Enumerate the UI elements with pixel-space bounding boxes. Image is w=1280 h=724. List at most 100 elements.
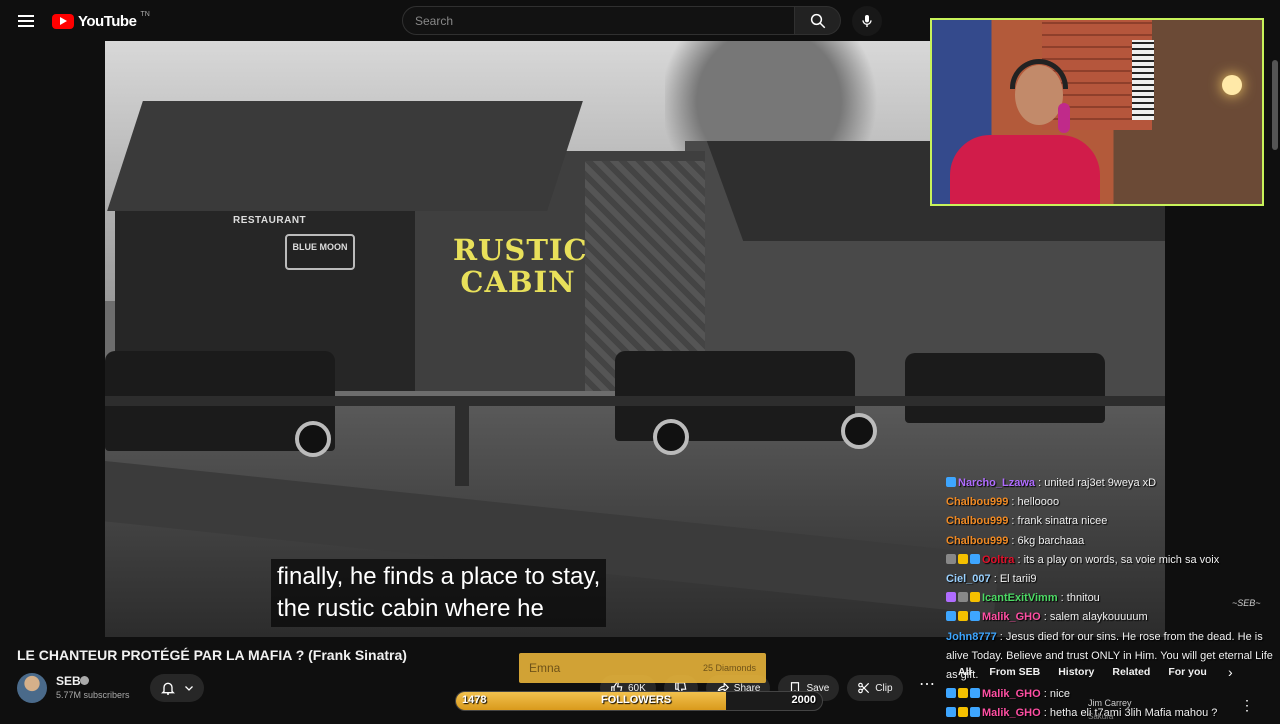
youtube-logo[interactable]: YouTube TN: [52, 11, 150, 31]
car-middle-wheel-2: [841, 413, 877, 449]
chat-username[interactable]: John8777: [946, 631, 997, 643]
related-video-title[interactable]: Jim Carrey: [1088, 698, 1132, 708]
chat-username[interactable]: Malik_GHO: [982, 688, 1041, 700]
chat-message: IcantExitVimm : thnitou: [946, 589, 1280, 608]
search-input[interactable]: [403, 7, 794, 34]
chat-text: : 6kg barchaaa: [1008, 534, 1085, 547]
chat-badge-icon: [946, 688, 956, 699]
chat-username[interactable]: Malik_GHO: [982, 707, 1041, 719]
chat-username[interactable]: IcantExitVimm: [982, 592, 1058, 604]
fence-rail-top: [105, 396, 1165, 406]
restaurant-sign: RESTAURANT: [233, 215, 307, 226]
chat-username[interactable]: Chalbou999: [946, 535, 1008, 547]
logo-text: YouTube: [78, 12, 137, 30]
chat-badge-icon: [970, 688, 980, 699]
search-button[interactable]: [795, 6, 841, 35]
followers-goal-fill: [456, 692, 727, 710]
more-actions-button[interactable]: ⋯: [916, 677, 938, 699]
goal-input-diamonds: 25 Diamonds: [702, 663, 756, 673]
followers-target: 2000: [791, 694, 816, 706]
chat-text: : frank sinatra nicee: [1008, 515, 1108, 528]
sign-line-2: CABIN: [460, 265, 576, 299]
youtube-play-icon: [52, 13, 74, 29]
webcam-keyboard: [1132, 40, 1154, 120]
chat-badge-icon: [958, 553, 968, 564]
channel-name[interactable]: SEB: [56, 674, 81, 688]
microphone-icon: [862, 15, 872, 27]
chat-text: : thnitou: [1057, 592, 1100, 605]
search-icon: [810, 13, 825, 28]
chat-badge-icon: [958, 592, 968, 603]
voice-search-button[interactable]: [852, 6, 882, 36]
related-chips: All From SEB History Related For you: [958, 662, 1207, 682]
chat-username[interactable]: Ciel_007: [946, 573, 991, 585]
menu-icon[interactable]: [14, 9, 38, 33]
video-watermark-signature: ~SEB~: [1232, 598, 1261, 608]
chat-text: : united raj3et 9weya xD: [1035, 477, 1157, 489]
live-chat-overlay: Narcho_Lzawa : united raj3et 9weya xD Cha…: [946, 474, 1280, 724]
chat-message: Chalbou999 : helloooo: [946, 493, 1280, 512]
chat-username[interactable]: Chalbou999: [946, 515, 1008, 527]
followers-current: 1478: [462, 694, 487, 706]
car-right: [905, 353, 1105, 423]
clip-button[interactable]: Clip: [847, 675, 903, 701]
chat-message: Narcho_Lzawa : united raj3et 9weya xD: [946, 474, 1280, 493]
chat-badge-icon: [946, 611, 956, 622]
webcam-overlay: [930, 18, 1264, 206]
search-box: [402, 6, 795, 35]
related-chip[interactable]: Related: [1112, 666, 1150, 678]
chat-username[interactable]: Narcho_Lzawa: [958, 477, 1035, 489]
chat-message: Ciel_007 : El tarii9: [946, 570, 1280, 589]
chat-username[interactable]: Ooltra: [982, 554, 1014, 566]
scissors-icon: [858, 682, 870, 694]
chat-badge-icon: [946, 707, 956, 718]
fence-post: [455, 406, 469, 486]
followers-goal-bar: 1478 FOLLOWERS 2000: [455, 691, 823, 711]
video-subtitle: finally, he finds a place to stay, the r…: [271, 559, 607, 627]
chat-badge-icon: [970, 707, 980, 718]
chat-message: Malik_GHO : salem alaykouuuum: [946, 608, 1280, 627]
verified-icon: [80, 676, 89, 685]
video-title: LE CHANTEUR PROTÉGÉ PAR LA MAFIA ? (Fran…: [17, 647, 407, 663]
chat-badge-icon: [958, 707, 968, 718]
scene-roof-left: [107, 101, 583, 211]
chat-text: : its a play on words, sa voie mich sa v…: [1014, 553, 1220, 566]
chat-username[interactable]: Malik_GHO: [982, 611, 1041, 623]
subscriber-count: 5.77M subscribers: [56, 690, 130, 700]
related-more-icon[interactable]: ⋮: [1240, 697, 1254, 714]
related-chip[interactable]: History: [1058, 666, 1094, 678]
blue-moon-sign: BLUE MOON: [285, 234, 355, 270]
subtitle-line-1: finally, he finds a place to stay,: [277, 563, 601, 590]
logo-country-code: TN: [140, 10, 150, 18]
chat-badge-icon: [970, 592, 980, 603]
chat-badge-icon: [946, 592, 956, 603]
chevron-right-icon[interactable]: ›: [1228, 664, 1233, 680]
microphone: [1058, 103, 1070, 133]
goal-input-name: Emna: [529, 661, 561, 675]
followers-label: FOLLOWERS: [601, 694, 672, 706]
channel-avatar[interactable]: [17, 673, 47, 703]
chat-text: : helloooo: [1008, 496, 1060, 509]
page-scrollbar[interactable]: [1272, 60, 1278, 150]
webcam-lamp: [1222, 75, 1242, 95]
chat-message: Chalbou999 : frank sinatra nicee: [946, 512, 1280, 531]
chat-badge-icon: [958, 688, 968, 699]
chat-username[interactable]: Chalbou999: [946, 496, 1008, 508]
chat-text: : nice: [1040, 688, 1071, 701]
chat-badge-icon: [946, 553, 956, 564]
chat-text: : salem alaykouuuum: [1040, 611, 1148, 624]
chat-badge-icon: [970, 553, 980, 564]
streamer-body: [950, 135, 1100, 204]
clip-label: Clip: [875, 682, 893, 694]
streamer: [940, 59, 1100, 204]
bell-icon: [160, 682, 175, 695]
related-chip[interactable]: From SEB: [989, 666, 1040, 678]
related-chip[interactable]: For you: [1168, 666, 1207, 678]
related-chip[interactable]: All: [958, 666, 971, 678]
chevron-down-icon: [184, 686, 193, 691]
chat-badge-icon: [946, 477, 956, 487]
chat-text: : El tarii9: [990, 573, 1037, 586]
subtitle-line-2: the rustic cabin where he: [277, 595, 544, 622]
chat-text: : hetha eli t7ami 3lih Mafia mahou ?: [1040, 707, 1218, 720]
notification-bell-button[interactable]: [150, 674, 204, 702]
